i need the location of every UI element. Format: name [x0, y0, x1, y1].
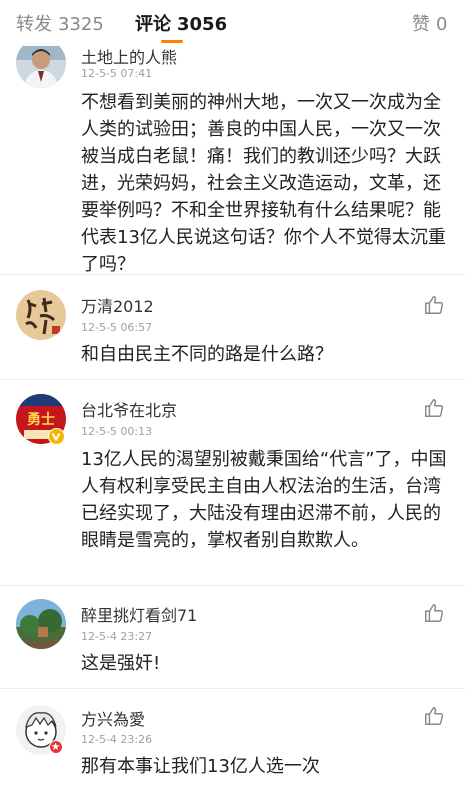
like-button[interactable] — [423, 602, 445, 624]
verified-badge — [48, 428, 65, 445]
comment-time: 12-5-4 23:27 — [81, 630, 153, 643]
comment-feed: 土地上的人熊 12-5-5 07:41 不想看到美丽的神州大地，一次又一次成为全… — [0, 0, 465, 800]
tab-comments[interactable]: 评论 3056 — [135, 10, 227, 36]
comment-username[interactable]: 土地上的人熊 — [81, 44, 177, 68]
comment-item[interactable]: 醉里挑灯看剑71 12-5-4 23:27 这是强奸! — [0, 586, 465, 689]
tab-likes-label: 赞 — [412, 14, 430, 35]
comment-text: 这是强奸! — [81, 653, 161, 674]
comment-text: 那有本事让我们13亿人选一次 — [81, 756, 320, 777]
tab-reposts[interactable]: 转发 3325 — [16, 10, 104, 36]
comment-username[interactable]: 万清2012 — [81, 293, 154, 317]
thumbs-up-icon — [425, 399, 444, 417]
user-badge — [49, 740, 63, 754]
comment-item[interactable]: 勇士 台北爷在北京 12-5-5 00:13 13亿人民的渴望别被戴秉国给“代言… — [0, 380, 465, 586]
comment-item[interactable]: 万清2012 12-5-5 06:57 和自由民主不同的路是什么路？ — [0, 275, 465, 380]
comment-username[interactable]: 方兴為愛 — [81, 706, 145, 730]
comment-text: 13亿人民的渴望别被戴秉国给“代言”了，中国人有权利享受民主自由人权法治的生活，… — [81, 449, 447, 551]
thumbs-up-icon — [425, 707, 444, 725]
comment-time: 12-5-5 06:57 — [81, 321, 153, 334]
comment-text: 不想看到美丽的神州大地，一次又一次成为全人类的试验田；善良的中国人民，一次又一次… — [81, 92, 446, 275]
tab-comments-count: 3056 — [177, 14, 228, 35]
like-button[interactable] — [423, 397, 445, 419]
star-badge-icon — [51, 742, 60, 750]
active-tab-indicator — [161, 40, 183, 43]
comment-username[interactable]: 醉里挑灯看剑71 — [81, 602, 197, 626]
comment-username[interactable]: 台北爷在北京 — [81, 397, 177, 421]
tab-reposts-label: 转发 — [16, 14, 52, 35]
tab-likes[interactable]: 赞0 — [412, 10, 447, 36]
avatar-text: 勇士 — [27, 411, 55, 428]
comment-time: 12-5-5 07:41 — [81, 67, 153, 80]
comment-tabs: 转发 3325 评论 3056 赞0 — [0, 0, 465, 46]
comment-time: 12-5-5 00:13 — [81, 425, 153, 438]
like-button[interactable] — [423, 705, 445, 727]
user-avatar[interactable] — [16, 290, 66, 340]
verified-v-icon — [51, 432, 61, 441]
tab-reposts-count: 3325 — [58, 14, 104, 35]
like-button[interactable] — [423, 294, 445, 316]
thumbs-up-icon — [425, 296, 444, 314]
user-avatar[interactable] — [16, 599, 66, 649]
tab-likes-count: 0 — [436, 14, 448, 35]
comment-time: 12-5-4 23:26 — [81, 733, 153, 746]
comment-item[interactable]: 方兴為愛 12-5-4 23:26 那有本事让我们13亿人选一次 — [0, 689, 465, 800]
comment-text: 和自由民主不同的路是什么路？ — [81, 344, 333, 365]
thumbs-up-icon — [425, 604, 444, 622]
tab-comments-label: 评论 — [135, 14, 171, 35]
